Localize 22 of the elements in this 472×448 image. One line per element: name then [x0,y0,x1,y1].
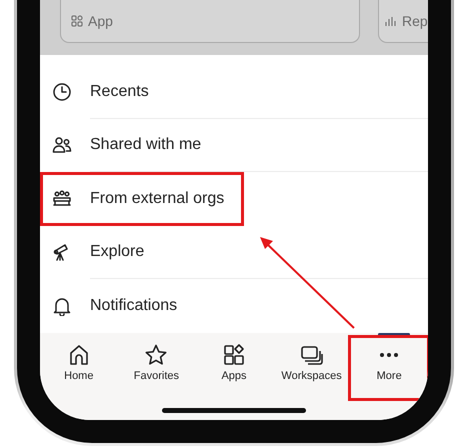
people-icon [52,135,72,156]
menu-item[interactable]: From external orgs [40,172,244,226]
menu-item[interactable]: Shared with me [40,118,428,172]
clock-icon [52,82,72,102]
menu-item[interactable]: Explore [40,226,428,279]
tab[interactable]: Favorites [118,337,196,399]
star-icon [144,343,168,367]
stacked-screens-icon [300,343,324,367]
bar-chart-icon [385,15,397,27]
tab[interactable]: Apps [195,337,273,399]
menu-item[interactable]: Recents [40,65,428,118]
item-card[interactable]: App [60,0,360,43]
tab[interactable]: Workspaces [272,337,350,399]
group-icon [52,188,72,209]
menu-item[interactable]: Notifications [40,279,428,332]
tab[interactable]: Home [40,337,118,399]
item-card[interactable]: Rep [378,0,428,43]
grid-icon [71,15,83,27]
more-icon [380,353,398,357]
tab[interactable]: More [350,337,428,399]
bell-icon [52,296,72,316]
apps-icon [222,343,246,367]
